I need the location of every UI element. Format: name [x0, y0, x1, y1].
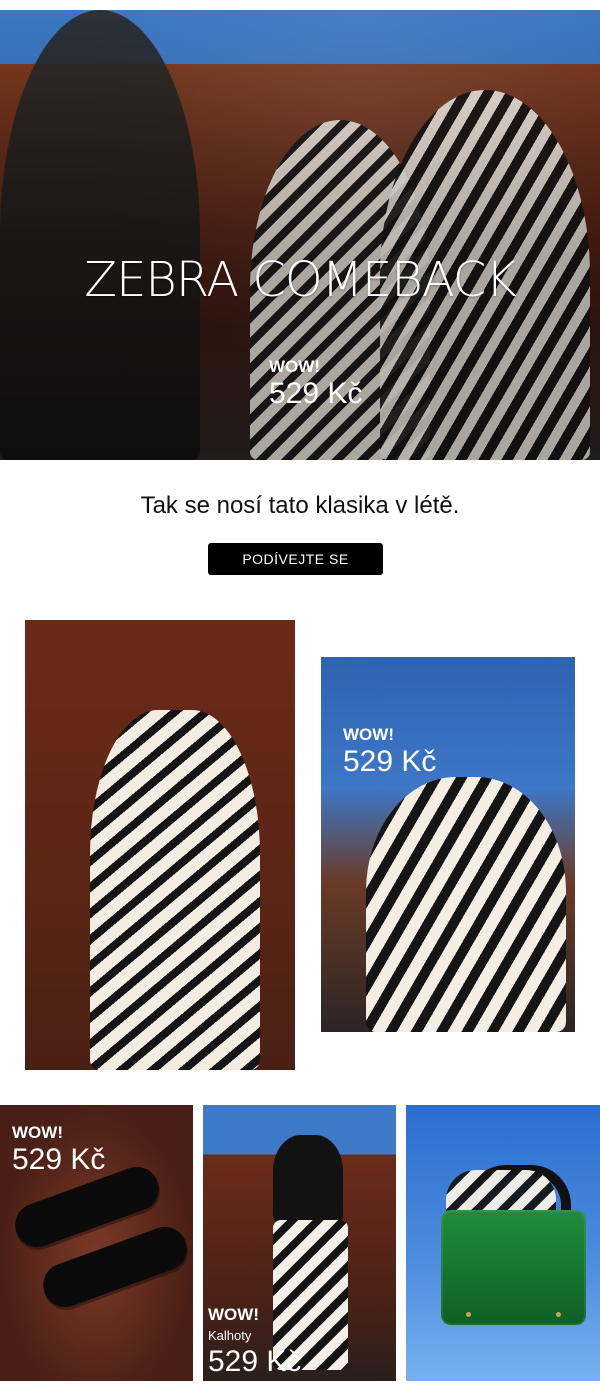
- dress-model: [90, 710, 260, 1070]
- blouse-price: 529 Kč: [343, 745, 437, 778]
- blouse-wow-label: WOW!: [343, 725, 394, 744]
- pants-price: 529 Kč: [208, 1345, 302, 1378]
- tagline: Tak se nosí tato klasika v létě.: [140, 492, 460, 519]
- product-image-blouse[interactable]: [321, 657, 575, 1032]
- sandals-wow-label: WOW!: [12, 1123, 63, 1142]
- hero-price: 529 Kč: [269, 377, 363, 410]
- hero-title: ZEBRA COMEBACK: [84, 252, 517, 308]
- product-image-dress[interactable]: [25, 620, 295, 1070]
- cta-button[interactable]: PODÍVEJTE SE: [208, 543, 383, 575]
- product-image-bag[interactable]: [406, 1105, 600, 1381]
- bag-body: [441, 1210, 586, 1325]
- pants-wow-label: WOW!: [208, 1305, 259, 1324]
- hero-wow-label: WOW!: [269, 357, 320, 376]
- pants-subtitle: Kalhoty: [208, 1328, 252, 1343]
- pants-model-top: [273, 1135, 343, 1225]
- blouse-model: [366, 777, 566, 1032]
- bag-stud: [466, 1312, 471, 1317]
- sandals-price: 529 Kč: [12, 1143, 106, 1176]
- bag-stud: [556, 1312, 561, 1317]
